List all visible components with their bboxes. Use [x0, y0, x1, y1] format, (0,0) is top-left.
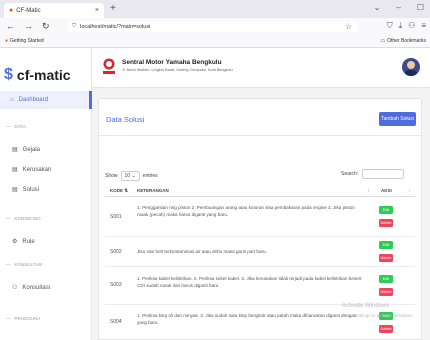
minimize-button[interactable]: –	[396, 3, 400, 12]
row-code: S002	[110, 249, 122, 255]
sidebar-item-konsultasi[interactable]: ⚇ Konsultasi	[12, 284, 50, 292]
clipboard-icon: ▤	[12, 147, 18, 153]
avatar[interactable]	[402, 58, 420, 76]
edit-button[interactable]: Edit	[379, 206, 393, 214]
close-tab-icon[interactable]: ×	[95, 7, 99, 14]
table-row: S001 1. Penggantian ring piston 2. Pembu…	[105, 199, 415, 237]
activate-windows-title: Activate Windows	[342, 303, 390, 309]
company-name: Sentral Motor Yamaha Bengkulu	[122, 59, 222, 66]
browser-tab[interactable]: ● CF-Matic ×	[4, 3, 104, 18]
column-kode[interactable]: KODE ⇅	[110, 188, 128, 194]
add-solusi-button[interactable]: Tambah Solusi	[379, 112, 416, 126]
shield-icon: ⛉	[72, 23, 77, 29]
firefox-small-icon: ●	[5, 38, 9, 44]
downloads-icon[interactable]: ⤓	[399, 21, 403, 31]
table-search: Search:	[341, 169, 405, 179]
row-keterangan: 1. Penggantian ring piston 2. Pembuangan…	[137, 205, 355, 217]
sidebar-item-rule[interactable]: ⚙ Rule	[12, 238, 35, 246]
top-header: Sentral Motor Yamaha Bengkulu Jl. Bahri …	[92, 48, 430, 88]
sidebar-section-konsultasi: — KONSULTASI	[6, 262, 43, 267]
maximize-button[interactable]: ☐	[417, 3, 424, 12]
delete-button[interactable]: Delete	[379, 288, 393, 296]
yamaha-logo	[103, 58, 115, 74]
delete-button[interactable]: Delete	[379, 254, 393, 262]
sidebar-item-dashboard[interactable]: ⌂ Dashboard	[0, 91, 92, 109]
gear-icon: ⚙	[12, 239, 18, 245]
edit-button[interactable]: Edit	[379, 241, 393, 249]
sidebar-item-kerusakan[interactable]: ▤ Kerusakan	[12, 166, 51, 174]
row-code: S004	[110, 319, 122, 325]
column-keterangan[interactable]: KETERANGAN	[137, 188, 169, 193]
sidebar-section-pengguna: — PENGGUNA	[6, 316, 41, 321]
new-tab-button[interactable]: +	[110, 3, 116, 14]
column-aksi[interactable]: AKSI	[381, 188, 392, 193]
activate-windows-subtitle: Go to Settings to activate Windows.	[342, 313, 414, 318]
user-icon: ⚇	[12, 285, 18, 291]
tab-title: CF-Matic	[16, 7, 41, 14]
folder-icon: ▭	[380, 38, 386, 44]
brand-logo-icon: $	[4, 66, 13, 83]
firefox-icon: ●	[9, 7, 14, 14]
list-tabs-icon[interactable]: ⌄	[374, 3, 381, 12]
tab-bar: ● CF-Matic × + ⌄ – ☐	[0, 0, 430, 18]
url-text: localhost/matic/?main=solusi	[80, 23, 151, 30]
sidebar-section-data: — DATA	[6, 124, 26, 129]
company-address: Jl. Bahri Ibrahim, Lingkar Barat, Gading…	[122, 68, 233, 72]
menu-icon[interactable]: ≡	[421, 21, 426, 31]
sidebar: $ cf-matic ⌂ Dashboard — DATA ▤ Gejala ▤ …	[0, 48, 92, 340]
table-row: S004 1. Periksa klep oli dan minyak. 2. …	[105, 305, 415, 339]
clipboard-icon: ▤	[12, 187, 18, 193]
browser-chrome: ● CF-Matic × + ⌄ – ☐ ← → ↻ ⛉ localhost/m…	[0, 0, 430, 48]
clipboard-icon: ▤	[12, 167, 18, 173]
sort-icon: ⁝	[368, 188, 370, 193]
show-entries: Show 10 ⌄ entries	[105, 171, 158, 181]
bookmark-other[interactable]: ▭ Other Bookmarks	[380, 38, 426, 44]
extensions-icon[interactable]: ⚇	[408, 21, 415, 31]
back-button[interactable]: ←	[6, 21, 15, 32]
sort-icon: ⁝	[409, 188, 411, 193]
bookmark-getting-started[interactable]: ● Getting Started	[5, 38, 44, 44]
row-keterangan: 1. Periksa kabel kelistrikan. 2. Periksa…	[137, 276, 362, 288]
sidebar-item-solusi[interactable]: ▤ Solusi	[12, 186, 39, 194]
search-input[interactable]	[362, 169, 405, 179]
edit-button[interactable]: Edit	[379, 275, 393, 283]
card-divider	[99, 135, 421, 136]
forward-button[interactable]: →	[24, 21, 33, 32]
pocket-icon[interactable]: ⛉	[387, 21, 393, 31]
delete-button[interactable]: Delete	[379, 219, 393, 227]
card-title: Data Solusi	[106, 115, 145, 124]
delete-button[interactable]: Delete	[379, 325, 393, 333]
navigation-bar: ← → ↻ ⛉ localhost/matic/?main=solusi ☆ ⛉…	[0, 18, 430, 35]
sidebar-section-konseling: — KONSELING	[6, 216, 41, 221]
bookmarks-bar: ● Getting Started ▭ Other Bookmarks	[0, 35, 430, 48]
table-row: S003 1. Periksa kabel kelistrikan. 2. Pe…	[105, 267, 415, 305]
reload-button[interactable]: ↻	[42, 21, 50, 32]
home-icon: ⌂	[10, 97, 14, 103]
row-keterangan: Jika Van belt terkontaminasi air atau de…	[137, 249, 267, 254]
window-controls: ⌄ – ☐	[374, 3, 424, 12]
brand[interactable]: $ cf-matic	[4, 66, 71, 84]
bookmark-star-icon[interactable]: ☆	[345, 22, 352, 31]
table-row: S002 Jika Van belt terkontaminasi air at…	[105, 237, 415, 267]
table-header: KODE ⇅ KETERANGAN ⁝ AKSI ⁝	[105, 186, 415, 197]
row-code: S001	[110, 214, 122, 220]
url-bar[interactable]: ⛉ localhost/matic/?main=solusi	[68, 21, 358, 32]
sidebar-item-gejala[interactable]: ▤ Gejala	[12, 146, 40, 154]
row-keterangan: 1. Periksa klep oli dan minyak. 2. Jika …	[137, 313, 357, 325]
row-code: S003	[110, 282, 122, 288]
entries-select[interactable]: 10 ⌄	[120, 171, 140, 181]
